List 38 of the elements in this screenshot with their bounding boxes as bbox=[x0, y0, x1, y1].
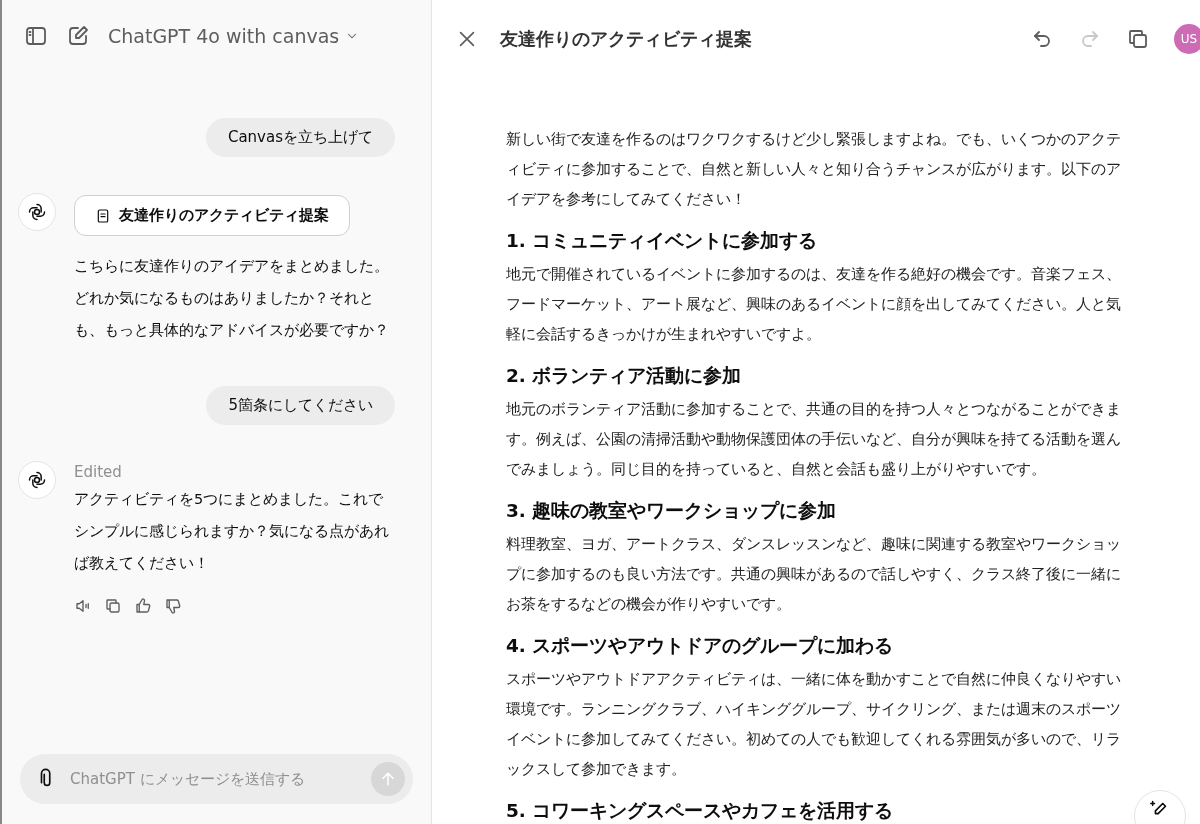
section-heading: 4. スポーツやアウトドアのグループに加わる bbox=[506, 634, 895, 658]
new-chat-button[interactable] bbox=[66, 24, 90, 48]
intro-paragraph: 新しい街で友達を作るのはワクワクするけど少し緊張しますよね。でも、いくつかのアクティビティに参加することで、自然と新しい人々と知り合うチャンスが広がります。以下のアイデアを参考にしてみてください！ bbox=[506, 130, 1122, 209]
canvas-title: 友達作りのアクティビティ提案 bbox=[500, 27, 753, 51]
copy-button[interactable] bbox=[1126, 27, 1150, 51]
section-paragraph: 地元のボランティア活動に参加することで、共通の目的を持つ人々とつながることができます。例えば、公園の清掃活動や動物保護団体の手伝いなど、自分が興味を持てる活動を選んでみましょう。同じ目的を持っていると、自然と会話も盛り上がりやすいです。 bbox=[506, 400, 1122, 479]
message-composer[interactable]: ChatGPT にメッセージを送信する bbox=[20, 754, 413, 804]
section-paragraph: 地元で開催されているイベントに参加するのは、友達を作る絶好の機会です。音楽フェス、フードマーケット、アート展など、興味のあるイベントに顔を出してみてください。人と気軽に会話するきっかけが生まれやすいですよ。 bbox=[506, 265, 1122, 344]
thumbs-down-button[interactable] bbox=[164, 597, 182, 615]
read-aloud-button[interactable] bbox=[74, 597, 92, 615]
copy-icon bbox=[104, 597, 122, 615]
edited-label: Edited bbox=[74, 463, 123, 481]
document-button[interactable]: 友達作りのアクティビティ提案 bbox=[74, 195, 350, 236]
thumbs-up-button[interactable] bbox=[134, 597, 152, 615]
assistant-message: アクティビティを5つにまとめました。これでシンプルに感じられますか？気になる点があれば教えてください！ bbox=[74, 490, 390, 573]
knot-logo-icon bbox=[27, 470, 47, 490]
section-heading: 1. コミュニティイベントに参加する bbox=[506, 229, 819, 253]
section-heading: 2. ボランティア活動に参加 bbox=[506, 364, 743, 388]
section-heading: 5. コワーキングスペースやカフェを活用する bbox=[506, 799, 895, 823]
section-heading: 3. 趣味の教室やワークショップに参加 bbox=[506, 499, 838, 523]
assistant-message: こちらに友達作りのアイデアをまとめました。どれか気になるものはありましたか？それとも、もっと具体的なアドバイスが必要ですか？ bbox=[74, 257, 390, 340]
user-message: Canvasを立ち上げて bbox=[205, 118, 395, 157]
thumbs-down-icon bbox=[164, 597, 182, 615]
copy-button[interactable] bbox=[104, 597, 122, 615]
user-avatar[interactable]: US bbox=[1174, 24, 1200, 54]
message-input[interactable]: ChatGPT にメッセージを送信する bbox=[68, 769, 361, 789]
speaker-icon bbox=[74, 597, 92, 615]
knot-logo-icon bbox=[27, 202, 47, 222]
section-paragraph: スポーツやアウトドアアクティビティは、一緒に体を動かすことで自然に仲良くなりやすい環境です。ランニングクラブ、ハイキンググループ、サイクリング、または週末のスポーツイベントに参加してみてください。初めての人でも歓迎してくれる雰囲気が多いので、リラックスして参加できます。 bbox=[506, 670, 1122, 779]
sidebar-toggle-button[interactable] bbox=[24, 24, 48, 48]
user-message: 5箇条にしてください bbox=[206, 386, 395, 425]
thumbs-up-icon bbox=[134, 597, 152, 615]
section-paragraph: 料理教室、ヨガ、アートクラス、ダンスレッスンなど、趣味に関連する教室やワークショップに参加するのも良い方法です。共通の興味があるので話しやすく、クラス終了後に一緒にお茶をするなどの機会が作りやすいです。 bbox=[506, 535, 1122, 614]
copy-icon bbox=[1126, 27, 1150, 51]
document-icon bbox=[95, 207, 111, 224]
model-selector[interactable]: ChatGPT 4o with canvas bbox=[108, 25, 360, 47]
sidebar-icon bbox=[24, 24, 48, 48]
pencil-square-icon bbox=[66, 24, 90, 48]
